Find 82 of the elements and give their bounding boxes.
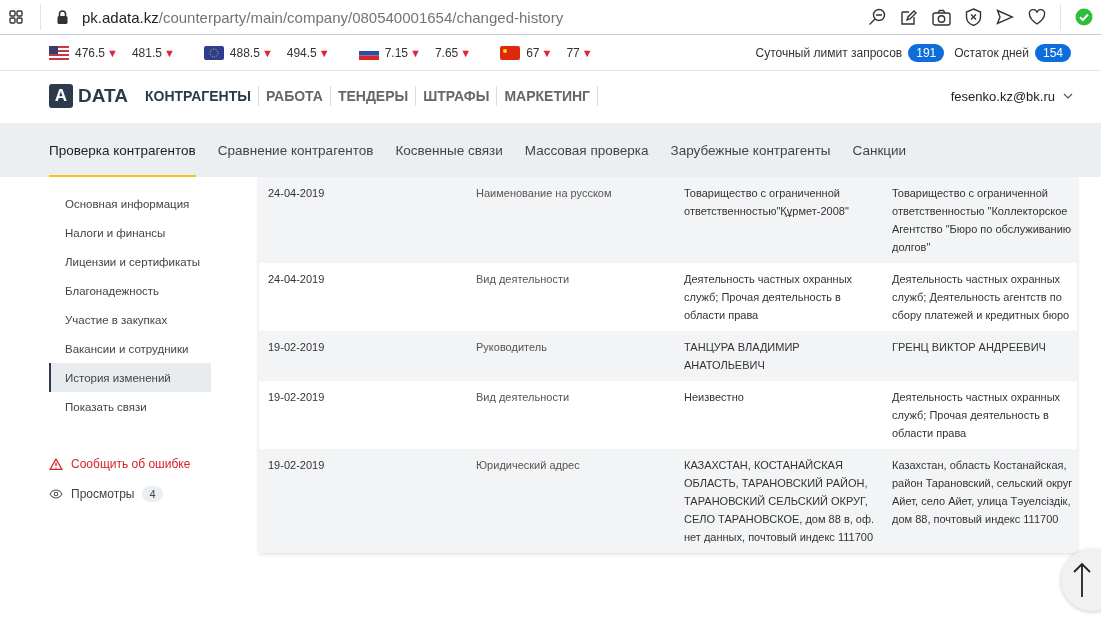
heart-icon[interactable]	[1028, 9, 1046, 25]
table-cell-text: Товарищество с ограниченной ответственностью"Құрмет-2008"	[684, 186, 850, 219]
table-cell-text: 24-04-2019	[268, 272, 326, 287]
lock-icon	[57, 10, 68, 24]
sub-nav-tab[interactable]: Санкции	[852, 123, 907, 177]
flag-icon	[49, 45, 69, 60]
rate-value: 77	[566, 45, 580, 60]
grid-icon[interactable]	[9, 10, 23, 24]
count-badge: 191	[908, 43, 945, 62]
trend-arrow: ▼	[581, 46, 593, 59]
rate-value: 476.5	[75, 45, 106, 60]
table-cell-text: 19-02-2019	[268, 340, 326, 355]
rate-value: 67	[526, 45, 540, 60]
table-cell-text: Вид деятельности	[476, 390, 571, 405]
sidebar-item[interactable]: Участие в закупках	[49, 305, 211, 334]
trend-arrow: ▼	[318, 46, 330, 59]
rate-value: 488.5	[229, 45, 260, 60]
shield-icon[interactable]	[965, 8, 982, 26]
views-count: 4	[142, 486, 163, 502]
sub-nav-tab[interactable]: Проверка контрагентов	[49, 123, 196, 177]
table-cell-text: Деятельность частных охранных служб; Деятельность агентств по сбору платежей и кредитных бюро	[892, 272, 1071, 323]
url-text[interactable]: pk.adata.kz/counterparty/main/company/080540001654/changed-history	[82, 8, 564, 26]
flag-icon	[500, 45, 521, 60]
rate-value: 494.5	[286, 45, 317, 60]
table-cell-text: Неизвестно	[684, 390, 745, 405]
sidebar-item[interactable]: Налоги и финансы	[49, 218, 211, 247]
trend-arrow: ▼	[410, 46, 421, 59]
rate-value: 7.15	[384, 45, 409, 60]
table-cell-text: Товарищество с ограниченной ответственностью "Коллекторское Агентство "Бюро по обслуживанию долгов"	[892, 186, 1073, 255]
table-cell-text: 19-02-2019	[268, 458, 326, 473]
limit-label: Остаток дней	[954, 45, 1029, 60]
edit-icon[interactable]	[900, 8, 918, 26]
send-icon[interactable]	[996, 9, 1014, 25]
table-cell-text: ГРЕНЦ ВИКТОР АНДРЕЕВИЧ	[892, 340, 1047, 355]
warning-icon	[49, 458, 63, 470]
logo-mark[interactable]: A	[49, 84, 73, 108]
user-email[interactable]: fesenko.kz@bk.ru	[950, 88, 1055, 104]
table-cell-text: 19-02-2019	[268, 390, 326, 405]
table-cell-text: Юридический адрес	[476, 458, 581, 473]
count-badge: 154	[1034, 43, 1071, 62]
eye-icon	[49, 489, 63, 499]
sub-nav-tab[interactable]: Сравнение контрагентов	[217, 123, 374, 177]
nav-link[interactable]: ШТРАФЫ	[416, 86, 498, 106]
views-label: Просмотры	[71, 487, 135, 501]
table-cell-text: Наименование на русском	[476, 186, 613, 201]
rate-value: 481.5	[131, 45, 162, 60]
table-cell-text: Деятельность частных охранных служб; Прочая деятельность в области права	[892, 390, 1062, 441]
arrow-up-icon	[1072, 562, 1092, 598]
trend-arrow: ▼	[541, 46, 553, 59]
table-cell-text: Казахстан, область Костанайская, район Тарановский, сельский округ Айет, село Айет, улица Тәуелсіздік, дом 88, почтовый индекс 111700	[892, 458, 1074, 527]
sidebar-item[interactable]: Показать связи	[49, 392, 211, 421]
trend-arrow: ▼	[261, 46, 273, 59]
logo-text[interactable]: DATA	[78, 85, 128, 107]
chevron-down-icon[interactable]	[1063, 93, 1073, 99]
report-error-link[interactable]: Сообщить об ошибке	[71, 457, 191, 471]
sidebar-item[interactable]: Благонадежность	[49, 276, 211, 305]
sidebar-item[interactable]: Лицензии и сертификаты	[49, 247, 211, 276]
nav-link[interactable]: КОНТРАГЕНТЫ	[137, 86, 259, 106]
trend-arrow: ▼	[460, 46, 472, 59]
sub-nav-tab[interactable]: Зарубежные контрагенты	[670, 123, 831, 177]
nav-link[interactable]: РАБОТА	[258, 86, 331, 106]
table-cell-text: ТАНЦУРА ВЛАДИМИР АНАТОЛЬЕВИЧ	[684, 340, 801, 373]
rate-value: 7.65	[434, 45, 459, 60]
table-cell-text: 24-04-2019	[268, 186, 326, 201]
table-cell-text: Руководитель	[476, 340, 548, 355]
sidebar-item[interactable]: Основная информация	[49, 189, 211, 218]
flag-icon	[203, 45, 224, 60]
trend-arrow: ▼	[107, 46, 118, 59]
sidebar-item[interactable]: Вакансии и сотрудники	[49, 334, 211, 363]
limit-label: Суточный лимит запросов	[755, 45, 903, 60]
check-icon[interactable]	[1075, 8, 1093, 26]
trend-arrow: ▼	[163, 46, 175, 59]
table-cell-text: Деятельность частных охранных служб; Прочая деятельность в области права	[684, 272, 854, 323]
nav-link[interactable]: МАРКЕТИНГ	[497, 86, 599, 106]
zoom-out-icon[interactable]	[868, 8, 886, 26]
sub-nav-tab[interactable]: Массовая проверка	[524, 123, 649, 177]
sidebar-item[interactable]: История изменений	[49, 363, 211, 392]
table-cell-text: КАЗАХСТАН, КОСТАНАЙСКАЯ ОБЛАСТЬ, ТАРАНОВСКИЙ РАЙОН, ТАРАНОВСКИЙ СЕЛЬСКИЙ ОКРУГ, СЕЛО ТАРАНОВСКОЕ, дом 88 в, оф. нет данных, почтовый индекс 111700	[684, 458, 876, 545]
camera-icon[interactable]	[932, 8, 951, 26]
sub-nav-tab[interactable]: Косвенные связи	[395, 123, 503, 177]
nav-link[interactable]: ТЕНДЕРЫ	[330, 86, 417, 106]
table-cell-text: Вид деятельности	[476, 272, 571, 287]
